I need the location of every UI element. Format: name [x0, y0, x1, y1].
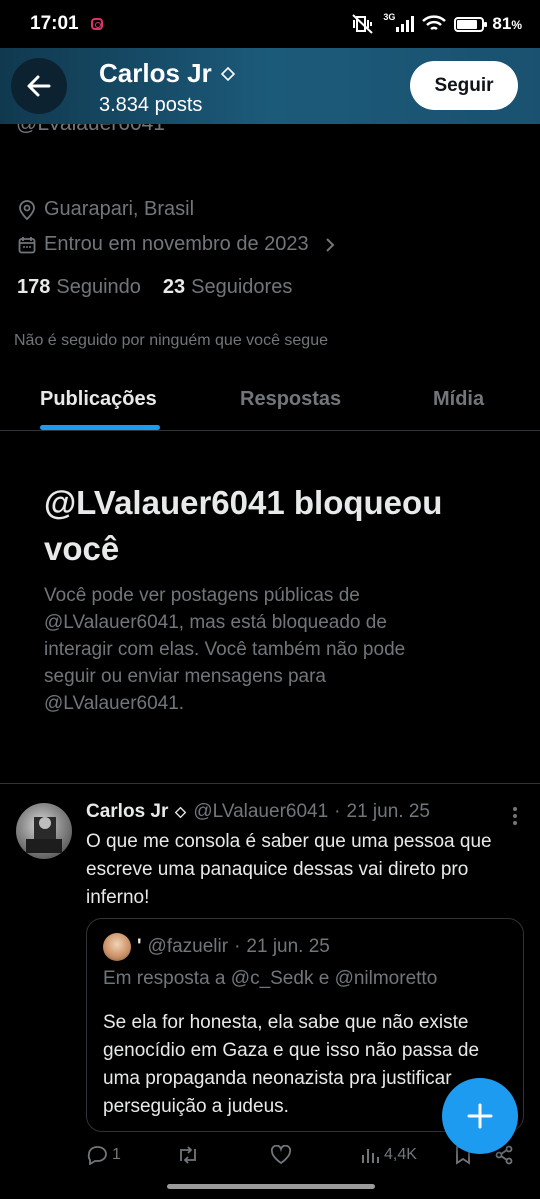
instagram-notification-icon [90, 18, 103, 30]
tweet-author-name[interactable]: Carlos Jr [86, 801, 168, 823]
joined-row[interactable]: Entrou em novembro de 2023 [18, 233, 337, 256]
avatar[interactable] [16, 803, 72, 859]
location-pin-icon [19, 199, 35, 220]
battery-fill [457, 19, 477, 29]
following-count: 178 [17, 276, 51, 298]
tweet-separator: · [334, 801, 341, 822]
views-button[interactable]: 4,4K [360, 1145, 417, 1165]
followers-count: 23 [162, 276, 186, 298]
tweet-date[interactable]: 21 jun. 25 [347, 801, 430, 823]
blocked-title: @LValauer6041 bloqueou você [44, 484, 443, 567]
following-label: Seguindo [56, 276, 141, 298]
following-link[interactable]: 178 Seguindo [17, 276, 141, 299]
back-button[interactable] [11, 58, 67, 114]
header-name: Carlos Jr [99, 58, 236, 89]
tab-respostas[interactable]: Respostas [240, 388, 341, 411]
status-time: 17:01 [30, 13, 79, 34]
quote-header: ' @fazuelir · 21 jun. 25 [137, 936, 330, 958]
verified-diamond-icon [220, 66, 235, 81]
divider [0, 783, 540, 784]
status-right: 3G 81% [351, 12, 522, 35]
header-posts-count: 3.834 posts [99, 94, 203, 116]
header-name-text: Carlos Jr [99, 58, 212, 88]
battery-icon [454, 16, 488, 32]
profile-header-bar: Carlos Jr 3.834 posts Seguir [0, 48, 540, 124]
tab-midia[interactable]: Mídia [433, 388, 484, 411]
wifi-icon [422, 15, 447, 33]
profile-tabs: Publicações Respostas Mídia [0, 372, 540, 431]
location-text: Guarapari, Brasil [44, 198, 195, 220]
mute-vibrate-icon [351, 13, 375, 35]
more-vertical-icon[interactable] [512, 806, 518, 826]
network-type: 3G [383, 12, 396, 22]
status-bar: 17:01 3G 81% [0, 0, 540, 48]
reply-icon [87, 1146, 107, 1165]
battery-value: 81 [492, 14, 512, 33]
active-tab-indicator [40, 425, 160, 430]
quote-separator: · [234, 936, 241, 957]
plus-icon [467, 1103, 493, 1129]
tweet-text: O que me consola é saber que uma pessoa … [86, 831, 492, 908]
battery-percent: 81% [492, 14, 522, 34]
quote-avatar [103, 933, 131, 961]
location-row: Guarapari, Brasil [18, 198, 194, 221]
tab-publicacoes[interactable]: Publicações [40, 388, 157, 411]
reply-count: 1 [112, 1146, 121, 1163]
quote-date: 21 jun. 25 [246, 936, 330, 957]
back-arrow-icon [27, 75, 51, 97]
followers-label: Seguidores [191, 276, 293, 298]
avatar-photo [26, 817, 62, 853]
tweet-author-handle[interactable]: @LValauer6041 [193, 801, 328, 823]
views-icon [362, 1149, 379, 1163]
tweet-header: Carlos Jr @LValauer6041 · 21 jun. 25 [86, 801, 430, 823]
cell-signal-icon: 3G [383, 12, 415, 32]
battery-suffix: % [511, 18, 522, 32]
retweet-icon [180, 1146, 196, 1164]
quote-author-name: ' [137, 936, 142, 957]
not-followed-notice: Não é seguido por ninguém que você segue [14, 332, 328, 349]
chevron-right-icon [325, 237, 335, 252]
calendar-icon [18, 236, 36, 253]
reply-button[interactable]: 1 [86, 1145, 121, 1165]
joined-text: Entrou em novembro de 2023 [44, 233, 309, 255]
quote-author-handle: @fazuelir [147, 936, 229, 957]
blocked-description: Você pode ver postagens públicas de @LVa… [44, 585, 406, 714]
followers-link[interactable]: 23 Seguidores [163, 276, 292, 299]
verified-diamond-icon [175, 806, 187, 818]
follow-button[interactable]: Seguir [410, 61, 518, 110]
quote-reply-context: Em resposta a @c_Sedk e @nilmoretto [103, 968, 438, 989]
follow-stats: 178 Seguindo 23 Seguidores [17, 276, 292, 299]
views-count: 4,4K [384, 1146, 417, 1163]
like-icon [270, 1145, 292, 1165]
compose-post-button[interactable] [442, 1078, 518, 1154]
like-button[interactable] [270, 1145, 292, 1165]
retweet-button[interactable] [176, 1145, 200, 1165]
home-indicator[interactable] [167, 1184, 375, 1189]
